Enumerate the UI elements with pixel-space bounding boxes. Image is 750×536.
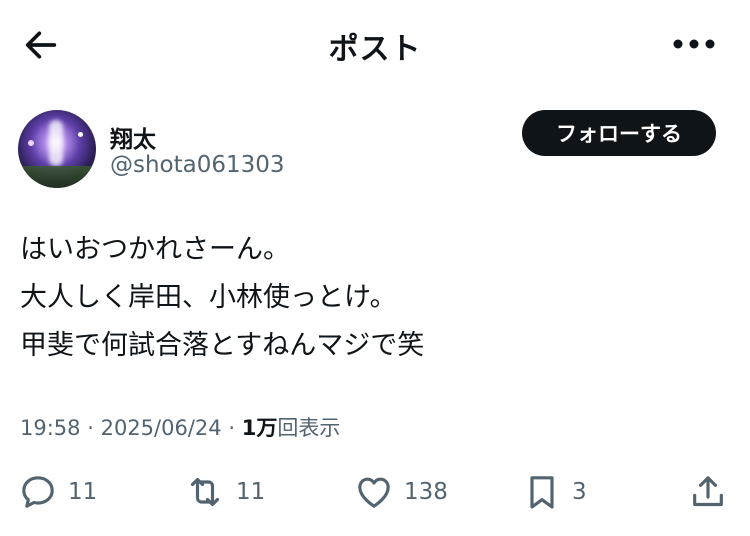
post-date[interactable]: 2025/06/24 xyxy=(101,416,222,440)
post-time[interactable]: 19:58 xyxy=(20,416,81,440)
meta-separator: · xyxy=(87,416,94,440)
meta-separator: · xyxy=(228,416,236,440)
bookmark-icon xyxy=(530,476,554,509)
reply-count: 11 xyxy=(68,479,98,505)
like-count: 138 xyxy=(404,479,448,505)
share-button[interactable] xyxy=(688,466,728,518)
action-bar: 11 11 138 3 xyxy=(0,466,750,518)
post-text-line: はいおつかれさーん。 xyxy=(20,234,290,265)
heart-icon xyxy=(358,477,390,508)
repost-button[interactable]: 11 xyxy=(184,466,265,518)
more-horizontal-icon xyxy=(673,39,715,49)
follow-button[interactable]: フォローする xyxy=(522,110,716,156)
repost-icon xyxy=(190,477,220,507)
bookmark-count: 3 xyxy=(572,479,587,505)
avatar[interactable] xyxy=(18,110,96,188)
post-meta: 19:58 · 2025/06/24 · 1万回表示 xyxy=(20,412,340,442)
post-text-line: 甲斐で何試合落とすねんマジで笑 xyxy=(20,330,425,361)
more-button[interactable] xyxy=(668,24,720,64)
post-text-line: 大人しく岸田、小林使っとけ。 xyxy=(20,282,397,313)
top-bar: ポスト xyxy=(0,0,750,88)
post-text: はいおつかれさーん。 大人しく岸田、小林使っとけ。 甲斐で何試合落とすねんマジで… xyxy=(20,226,424,370)
like-button[interactable]: 138 xyxy=(354,466,448,518)
page-title: ポスト xyxy=(328,32,422,67)
views-count: 1万 xyxy=(241,416,278,440)
display-name[interactable]: 翔太 xyxy=(110,120,156,154)
bookmark-button[interactable]: 3 xyxy=(522,466,587,518)
reply-button[interactable]: 11 xyxy=(18,466,97,518)
repost-count: 11 xyxy=(236,479,266,505)
post-author: 翔太 @shota061303 フォローする xyxy=(18,110,730,190)
reply-icon xyxy=(22,476,54,508)
user-handle[interactable]: @shota061303 xyxy=(110,152,285,178)
views-label: 回表示 xyxy=(277,416,341,440)
share-icon xyxy=(693,476,723,507)
